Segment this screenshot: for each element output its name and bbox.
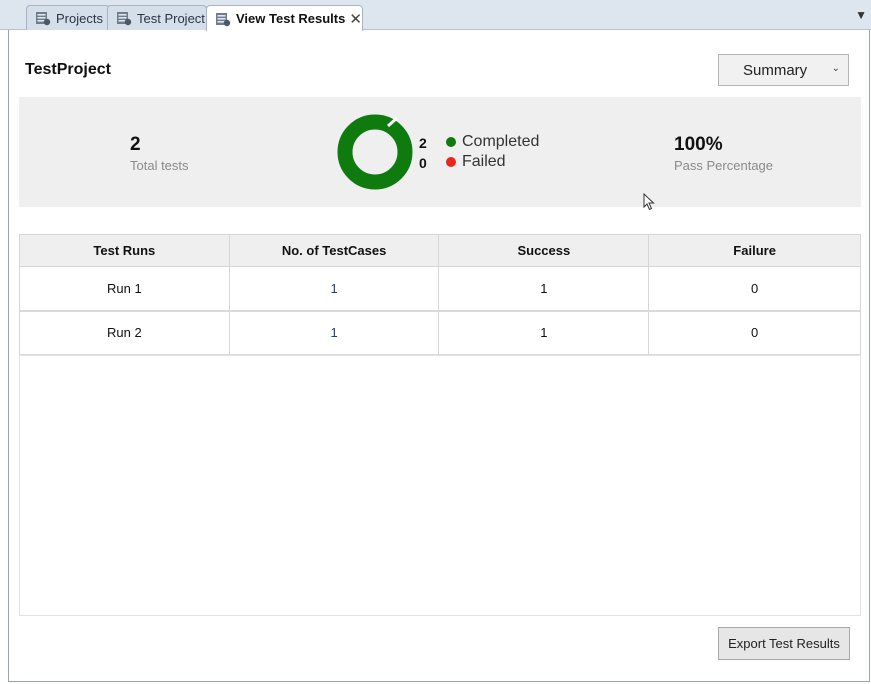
table-row[interactable]: Run 1 1 1 0 [19,266,861,312]
tab-view-test-results[interactable]: View Test Results ✕ [206,5,363,31]
completed-dot-icon [446,137,456,147]
total-tests-label: Total tests [130,158,189,173]
tab-label: View Test Results [236,11,346,26]
cell-failure: 0 [648,310,861,356]
cell-run-name: Run 1 [19,266,230,312]
cell-success: 1 [438,310,650,356]
cell-testcases-link[interactable]: 1 [228,310,440,356]
summary-band [19,97,861,207]
tab-label: Test Project [137,10,205,26]
column-header-success[interactable]: Success [438,234,650,267]
tab-strip: Projects Test Project View Test Results … [0,0,871,31]
cell-success: 1 [438,266,650,312]
table-icon [117,12,132,26]
table-header-row: Test Runs No. of TestCases Success Failu… [19,234,861,267]
view-select-dropdown[interactable]: Summary ⌄ [718,54,849,86]
legend-failed-label: Failed [462,153,506,170]
total-tests-value: 2 [130,134,141,155]
tab-overflow-icon[interactable]: ▼ [855,8,867,22]
tab-test-project[interactable]: Test Project [107,5,207,30]
test-runs-table: Test Runs No. of TestCases Success Failu… [19,234,861,356]
export-test-results-button[interactable]: Export Test Results [718,627,850,660]
table-icon [216,12,231,26]
cell-testcases-link[interactable]: 1 [228,266,440,312]
tab-label: Projects [56,10,103,26]
close-icon[interactable]: ✕ [349,10,362,28]
cell-failure: 0 [648,266,861,312]
table-empty-area [19,355,861,616]
pass-percentage-value: 100% [674,134,723,155]
mouse-cursor-icon [643,193,655,211]
legend-completed-label: Completed [462,133,540,150]
legend-failed-count: 0 [419,155,427,171]
table-icon [36,12,51,26]
chevron-down-icon: ⌄ [831,63,840,74]
failed-dot-icon [446,157,456,167]
legend-completed-count: 2 [419,135,427,151]
pass-percentage-label: Pass Percentage [674,158,774,173]
view-select-value: Summary [743,61,808,79]
column-header-testcases[interactable]: No. of TestCases [228,234,440,267]
column-header-test-runs[interactable]: Test Runs [19,234,230,267]
table-row[interactable]: Run 2 1 1 0 [19,310,861,356]
tab-projects[interactable]: Projects [26,5,110,30]
results-donut-chart [337,114,413,190]
column-header-failure[interactable]: Failure [648,234,861,267]
cell-run-name: Run 2 [19,310,230,356]
project-title: TestProject [25,61,111,78]
